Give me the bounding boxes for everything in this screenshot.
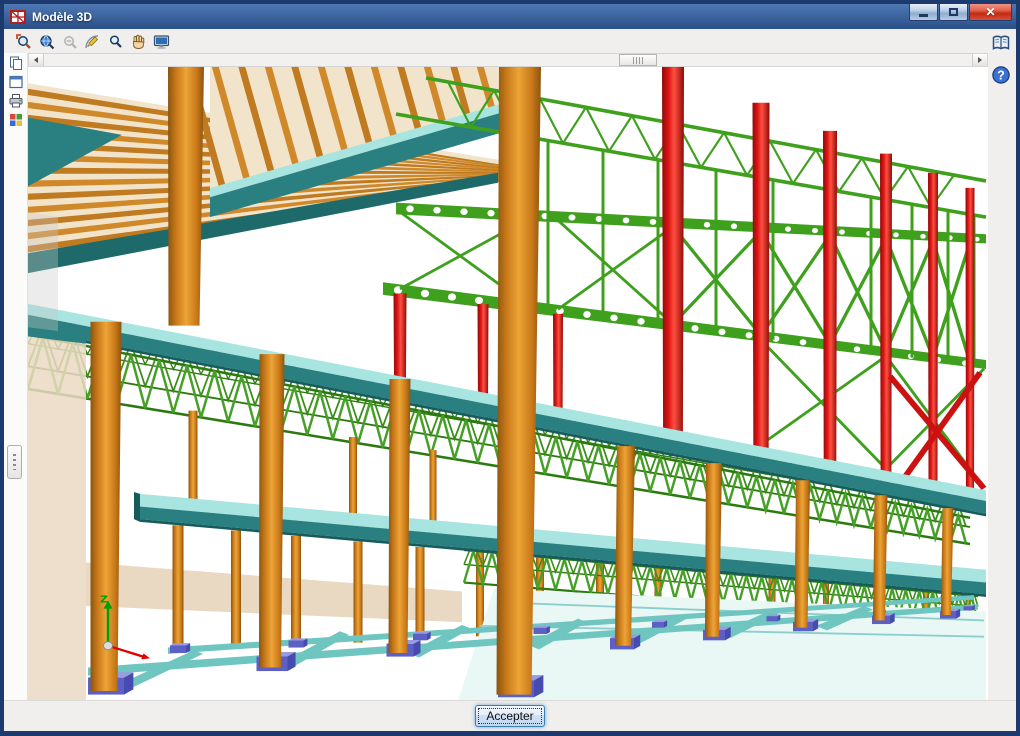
manual-button[interactable] (991, 32, 1013, 54)
minimize-icon (919, 14, 928, 17)
zoom-previous-button[interactable] (60, 31, 80, 51)
pan-button[interactable] (129, 31, 149, 51)
maximize-button[interactable] (939, 4, 968, 21)
copy-view-button[interactable] (6, 54, 26, 72)
arrow-left-icon (34, 57, 38, 63)
copy-icon (9, 56, 22, 70)
measure-angle-button[interactable] (83, 31, 103, 51)
book-icon (992, 35, 1010, 50)
maximize-icon (949, 8, 958, 16)
zoom-previous-icon (64, 35, 77, 49)
new-window-button[interactable] (6, 73, 26, 91)
scroll-left-button[interactable] (29, 54, 44, 66)
capture-view-button[interactable] (152, 31, 172, 51)
titlebar[interactable]: Modèle 3D ✕ (4, 4, 1016, 29)
zoom-window-button[interactable] (14, 31, 34, 51)
render-options-icon (9, 114, 22, 126)
measure-angle-icon (85, 34, 99, 48)
left-rail (4, 53, 28, 700)
model-3d-window: Modèle 3D ✕ ? Z Accepter (0, 0, 1020, 736)
zoom-realtime-icon (109, 34, 122, 48)
minimize-button[interactable] (909, 4, 938, 21)
horizontal-scrollbar[interactable] (28, 53, 988, 67)
window-title: Modèle 3D (32, 9, 93, 24)
zoom-extents-button[interactable] (37, 31, 57, 51)
splitter-handle[interactable] (7, 445, 22, 479)
printer-icon (9, 94, 22, 108)
window-controls: ✕ (909, 4, 1012, 21)
help-icon: ? (992, 66, 1010, 84)
accept-button[interactable]: Accepter (475, 705, 545, 727)
svg-text:?: ? (997, 68, 1005, 82)
pan-hand-icon (133, 34, 145, 49)
axis-z-label: Z (100, 594, 108, 605)
close-icon: ✕ (985, 5, 996, 19)
zoom-extents-icon (40, 34, 55, 49)
zoom-realtime-button[interactable] (106, 31, 126, 51)
zoom-window-icon (16, 33, 31, 49)
arrow-right-icon (978, 57, 982, 63)
app-icon (10, 9, 26, 25)
footer-bar: Accepter (4, 700, 1016, 731)
model-3d-scene[interactable]: Z (28, 67, 988, 700)
window-content: ? Z Accepter (4, 29, 1016, 731)
window-icon (8, 75, 23, 89)
monitor-icon (153, 34, 170, 49)
help-button[interactable]: ? (991, 64, 1013, 86)
scroll-track[interactable] (44, 54, 972, 66)
right-rail: ? (988, 29, 1016, 700)
print-button[interactable] (6, 92, 26, 110)
view-toolbar (4, 29, 988, 53)
scroll-thumb[interactable] (619, 54, 658, 66)
thumb-grip-icon (633, 56, 644, 64)
viewport-3d[interactable]: Z (28, 67, 988, 700)
close-button[interactable]: ✕ (969, 4, 1012, 21)
grip-dots-icon (13, 454, 16, 470)
scroll-right-button[interactable] (972, 54, 987, 66)
render-options-button[interactable] (6, 111, 26, 129)
